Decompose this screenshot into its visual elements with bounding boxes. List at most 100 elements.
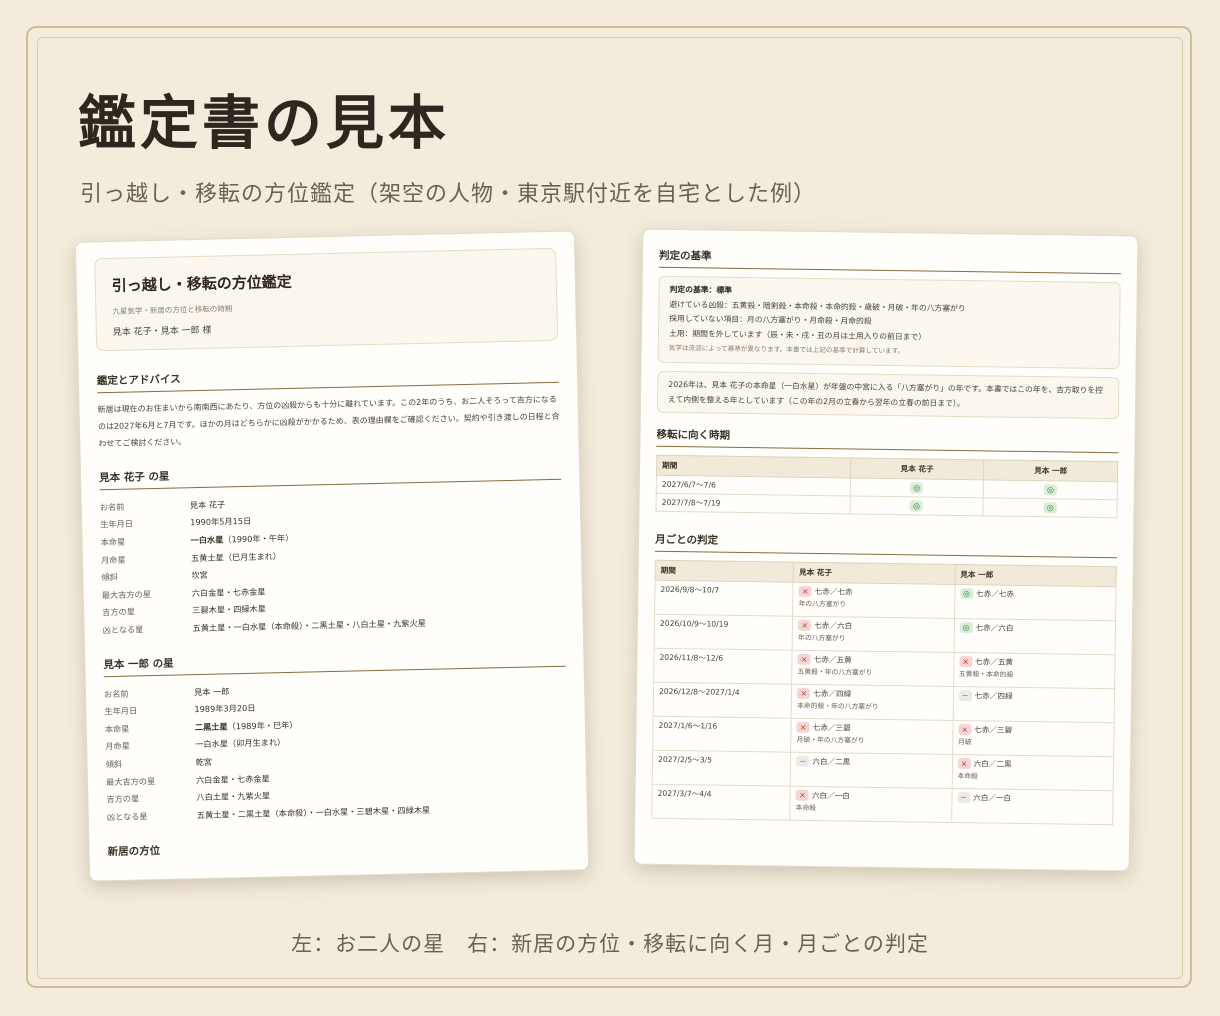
sample-page-right: 判定の基準 判定の基準：標準 避けている凶殺：五黄殺・暗剣殺・本命殺・本命的殺・… xyxy=(633,228,1139,872)
honmei-star: 一白水星 xyxy=(190,534,224,546)
reason-note: 年の八方塞がり xyxy=(798,599,847,608)
judgement-cell: × 七赤／五黄 五黄殺・本命的殺 xyxy=(953,651,1116,689)
reason-note: 月破 xyxy=(957,737,972,746)
stars-text: 七赤／三碧 xyxy=(812,722,851,733)
info-label: 吉方の星 xyxy=(106,793,140,805)
judgement-cell: × 七赤／三碧 月破 xyxy=(952,719,1115,757)
table-row: 2027/3/7〜4/4 × 六白／一白本命殺 − 六白／一白 xyxy=(651,783,1114,825)
bad-mark-icon: × xyxy=(959,655,973,667)
page-subtitle: 引っ越し・移転の方位鑑定（架空の人物・東京駅付近を自宅とした例） xyxy=(80,182,817,207)
info-value: 見本 一郎 xyxy=(193,685,230,697)
judgement-cell: × 七赤／三碧 月破・年の八方塞がり xyxy=(790,717,953,754)
good-mark-icon: ◎ xyxy=(1043,483,1058,495)
info-value: 三碧木星・四緑木星 xyxy=(192,603,266,616)
stars-text: 六白／一白 xyxy=(973,792,1012,803)
reason-note: 本命殺 xyxy=(795,803,817,812)
timing-table: 期間 見本 花子 見本 一郎 2027/6/7〜7/6 ◎ ◎ 2027/7/8… xyxy=(656,454,1119,518)
ichiro-heading: 見本 一郎 の星 xyxy=(103,646,566,677)
judgement-cell: × 七赤／七赤 年の八方塞がり xyxy=(792,581,955,618)
bad-mark-icon: × xyxy=(795,789,809,801)
bad-mark-icon: × xyxy=(957,757,971,769)
column-header: 見本 花子 xyxy=(793,561,955,584)
mark-line: × 七赤／五黄 xyxy=(959,655,1109,669)
hanako-heading: 見本 花子 の星 xyxy=(98,459,562,491)
info-value: 坎宮 xyxy=(191,569,208,581)
judgement-cell: × 七赤／六白 年の八方塞がり xyxy=(792,615,955,652)
column-header: 期間 xyxy=(655,559,794,582)
info-label: 生年月日 xyxy=(104,705,138,717)
neutral-mark-icon: − xyxy=(957,791,971,803)
reason-note: 五黄殺・本命的殺 xyxy=(958,669,1014,679)
report-subtitle: 九星気学・新居の方位と移転の時期 xyxy=(112,304,233,316)
judgement-cell: ◎ 七赤／六白 xyxy=(953,617,1116,655)
stars-text: 七赤／三碧 xyxy=(974,724,1013,735)
year-note-box: 2026年は、見本 花子の本命星（一白水星）が年盤の中宮に入る「八方塞がり」の年… xyxy=(656,370,1120,419)
new-home-heading: 新居の方位 xyxy=(107,844,161,858)
reason-note: 本命的殺・年の八方塞がり xyxy=(797,701,879,711)
judgement-cell: − 六白／二黒 xyxy=(790,751,953,788)
stars-text: 七赤／五黄 xyxy=(813,654,852,665)
mark-line: × 七赤／三碧 xyxy=(796,721,947,734)
mark-line: − 六白／二黒 xyxy=(796,755,946,768)
bad-mark-icon: × xyxy=(798,619,812,631)
info-label: 生年月日 xyxy=(100,518,134,530)
mark-line: − 六白／一白 xyxy=(957,791,1107,805)
column-header: 期間 xyxy=(656,454,851,478)
bad-mark-icon: × xyxy=(797,653,811,665)
mark-cell: ◎ xyxy=(983,497,1118,518)
reason-note: 年の八方塞がり xyxy=(798,633,846,642)
mark-line: × 七赤／七赤 xyxy=(798,585,949,598)
neutral-mark-icon: − xyxy=(796,755,810,767)
basis-heading: 判定の基準 xyxy=(658,247,1122,275)
good-mark-icon: ◎ xyxy=(910,481,924,494)
info-value: 一白水星（1990年・午年） xyxy=(190,532,293,546)
info-value: 見本 花子 xyxy=(189,499,226,511)
monthly-table: 期間 見本 花子 見本 一郎 2026/9/8〜10/7 × 七赤／七赤 年の八方塞が… xyxy=(651,559,1117,825)
mark-line: − 七赤／四緑 xyxy=(958,689,1109,703)
info-value: 乾宮 xyxy=(195,756,213,768)
mark-cell: ◎ xyxy=(983,479,1118,500)
monthly-table-body: 2026/9/8〜10/7 × 七赤／七赤 年の八方塞がり ◎ 七赤／七赤 2026/10/… xyxy=(651,579,1117,825)
report-title: 引っ越し・移転の方位鑑定 xyxy=(111,272,292,295)
period-cell: 2027/1/6〜1/16 xyxy=(652,715,792,752)
honmei-star: 二黒土星 xyxy=(194,721,228,732)
ichiro-info: お名前 見本 一郎 生年月日 1989年3月20日 本命星 二黒土星（1989年・巳年… xyxy=(104,674,569,825)
judgement-cell: − 六白／一白 xyxy=(951,787,1114,825)
period-cell: 2026/11/8〜12/6 xyxy=(653,647,793,684)
stars-text: 六白／二黒 xyxy=(812,756,851,767)
info-label: 傾斜 xyxy=(101,572,118,583)
period-cell: 2026/9/8〜10/7 xyxy=(654,579,794,616)
honmei-extra: （1990年・午年） xyxy=(223,532,294,545)
info-value: 五黄土星・二黒土星（本命殺）・一白水星・三碧木星・四緑木星 xyxy=(196,804,431,820)
report-header-box: 引っ越し・移転の方位鑑定 九星気学・新居の方位と移転の時期 見本 花子・見本 一… xyxy=(94,247,559,352)
reason-note: 本命殺 xyxy=(957,771,978,780)
figure-caption: 左：お二人の星 右：新居の方位・移転に向く月・月ごとの判定 xyxy=(291,932,929,956)
mark-line: × 七赤／四緑 xyxy=(797,687,947,700)
advice-heading: 鑑定とアドバイス xyxy=(96,362,560,394)
info-label: お名前 xyxy=(99,501,125,513)
mark-line: × 七赤／六白 xyxy=(798,619,948,632)
mark-line: × 六白／二黒 xyxy=(957,757,1108,771)
info-label: 凶となる星 xyxy=(106,810,148,822)
good-mark-icon: ◎ xyxy=(910,499,924,512)
info-label: お名前 xyxy=(103,688,129,699)
hanako-info: お名前 見本 花子 生年月日 1990年5月15日 本命星 一白水星（1990年・午年… xyxy=(100,488,565,639)
period-cell: 2026/10/9〜10/19 xyxy=(654,613,793,650)
info-value: 八白土星・九紫火星 xyxy=(196,790,271,803)
info-value: 二黒土星（1989年・巳年） xyxy=(195,719,298,733)
reason-note: 月破・年の八方塞がり xyxy=(796,735,865,745)
mark-line: ◎ 七赤／六白 xyxy=(959,621,1109,635)
period-cell: 2027/3/7〜4/4 xyxy=(651,783,791,820)
advice-text: 新居は現在のお住まいから南南西にあたり、方位の凶殺からも十分に離れています。この… xyxy=(97,394,560,449)
stars-text: 七赤／七赤 xyxy=(814,586,853,597)
info-value: 六白金星・七赤金星 xyxy=(195,772,270,785)
info-label: 凶となる星 xyxy=(102,624,144,636)
judgement-cell: × 七赤／四緑 本命的殺・年の八方塞がり xyxy=(791,683,954,720)
client-names: 見本 花子・見本 一郎 様 xyxy=(112,325,212,338)
timing-heading: 移転に向く時期 xyxy=(656,426,1119,453)
good-mark-icon: ◎ xyxy=(1043,501,1057,513)
info-value: 六白金星・七赤金星 xyxy=(191,586,266,598)
info-label: 月命星 xyxy=(100,554,126,565)
info-value: 五黄土星・一白水星（本命殺）・二黒土星・八白土星・九紫火星 xyxy=(192,617,426,634)
stars-text: 七赤／七赤 xyxy=(975,588,1015,599)
